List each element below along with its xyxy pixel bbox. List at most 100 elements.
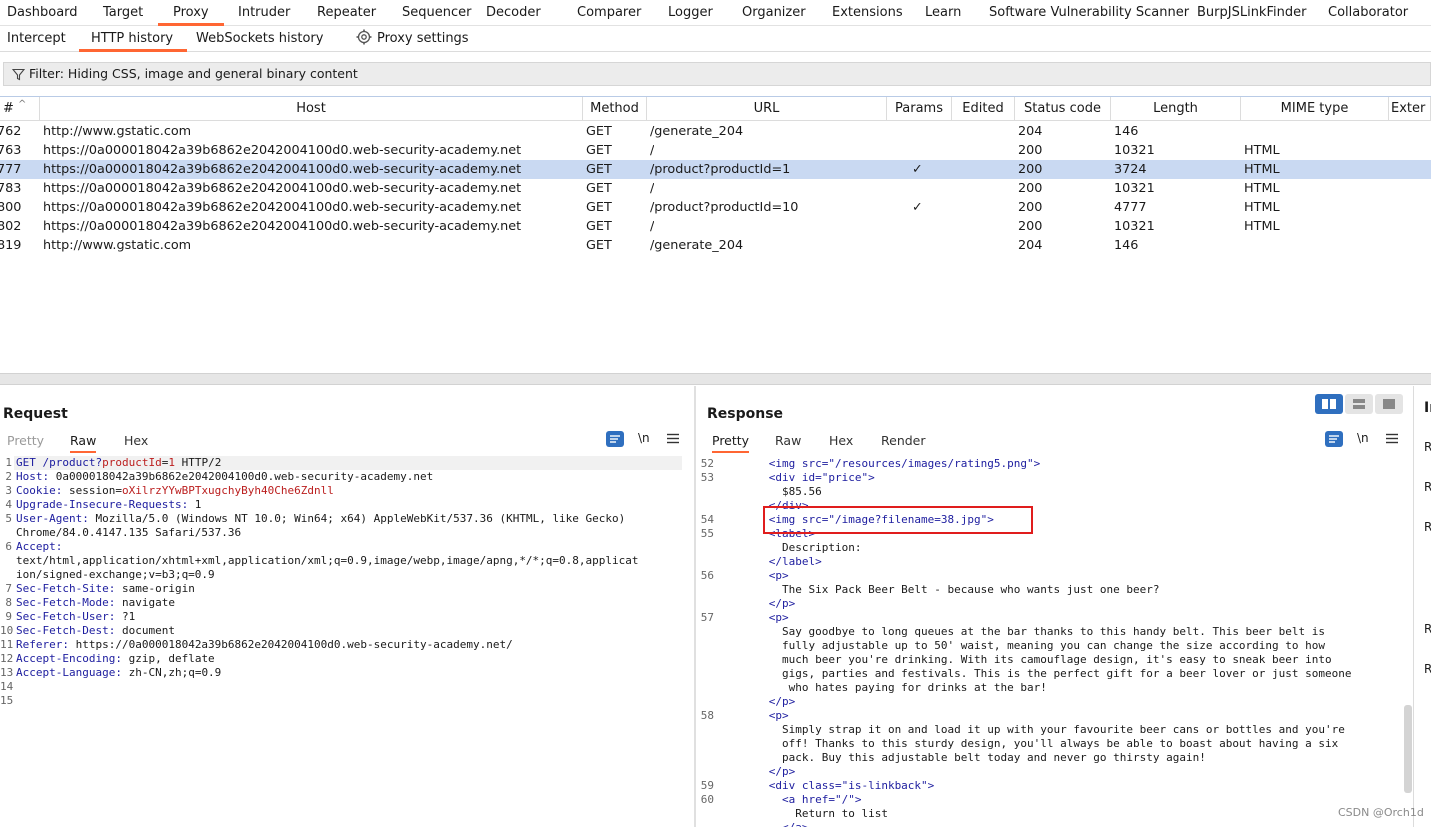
response-panel: Response Pretty Raw Hex Render \n 52 <im… xyxy=(696,386,1413,827)
column-header-exter[interactable]: Exter xyxy=(1389,97,1431,121)
table-row[interactable]: 800 https://0a000018042a39b6862e204200410… xyxy=(0,198,1431,217)
response-tab-render[interactable]: Render xyxy=(881,433,926,448)
top-tab-comparer[interactable]: Comparer xyxy=(577,0,641,26)
filter-bar[interactable]: Filter: Hiding CSS, image and general bi… xyxy=(3,62,1431,86)
top-tab-target[interactable]: Target xyxy=(103,0,143,26)
inspector-label[interactable]: R xyxy=(1424,440,1431,454)
response-tab-raw[interactable]: Raw xyxy=(775,433,801,448)
table-row[interactable]: 802 https://0a000018042a39b6862e204200410… xyxy=(0,217,1431,236)
newline-toggle-icon[interactable]: \n xyxy=(1357,431,1369,445)
cell-method: GET xyxy=(586,162,612,177)
proxy-settings-button[interactable]: Proxy settings xyxy=(356,26,469,52)
cell-method: GET xyxy=(586,124,612,139)
request-line: Chrome/84.0.4147.135 Safari/537.36 xyxy=(16,526,241,540)
header-name: Referer: xyxy=(16,638,69,651)
cell-method: GET xyxy=(586,143,612,158)
column-header-method[interactable]: Method xyxy=(583,97,647,121)
response-title: Response xyxy=(707,406,784,422)
cell-method: GET xyxy=(586,238,612,253)
request-tab-raw[interactable]: Raw xyxy=(70,433,97,453)
inspector-label[interactable]: R xyxy=(1424,622,1431,636)
header-value: zh-CN,zh;q=0.9 xyxy=(121,666,222,679)
request-line: Sec-Fetch-Dest: document xyxy=(16,624,175,638)
top-tab-organizer[interactable]: Organizer xyxy=(742,0,806,26)
inspector-label[interactable]: In xyxy=(1424,400,1431,416)
column-header-mime-type[interactable]: MIME type xyxy=(1241,97,1389,121)
inspector-label[interactable]: R xyxy=(1424,520,1431,534)
top-tab-logger[interactable]: Logger xyxy=(668,0,713,26)
cell-status: 204 xyxy=(1018,124,1043,139)
request-title: Request xyxy=(3,406,68,422)
header-name: Sec-Fetch-User: xyxy=(16,610,116,623)
column-header-length[interactable]: Length xyxy=(1111,97,1241,121)
table-row[interactable]: 762 http://www.gstatic.com GET/generate_20… xyxy=(0,122,1431,141)
request-editor[interactable]: 1 GET /product?productId=1 HTTP/2 2 Host: 0… xyxy=(0,456,690,716)
split-pane-divider[interactable] xyxy=(0,373,1431,385)
request-tab-pretty[interactable]: Pretty xyxy=(7,433,44,448)
response-line: </a> xyxy=(729,821,809,827)
response-tab-hex[interactable]: Hex xyxy=(829,433,853,448)
top-tab-learn[interactable]: Learn xyxy=(925,0,961,26)
cell-host: https://0a000018042a39b6862e2042004100d0… xyxy=(43,143,522,158)
layout-split-horizontal-icon[interactable] xyxy=(1315,394,1343,414)
response-line: </p> xyxy=(729,695,796,708)
inspector-label[interactable]: R xyxy=(1424,480,1431,494)
line-number: 53 xyxy=(700,471,714,484)
sub-tab-intercept[interactable]: Intercept xyxy=(7,26,66,52)
filter-text: Filter: Hiding CSS, image and general bi… xyxy=(29,66,358,81)
layout-single-icon[interactable] xyxy=(1375,394,1403,414)
top-tab-collaborator[interactable]: Collaborator xyxy=(1328,0,1408,26)
top-tab-dashboard[interactable]: Dashboard xyxy=(7,0,78,26)
top-tab-decoder[interactable]: Decoder xyxy=(486,0,541,26)
menu-icon[interactable] xyxy=(1386,433,1398,444)
wrap-lines-icon[interactable] xyxy=(606,431,624,447)
request-panel: Request Pretty Raw Hex \n 1 GET /product?… xyxy=(0,386,694,827)
column-header-status-code[interactable]: Status code xyxy=(1015,97,1111,121)
cell-num: 783 xyxy=(0,181,22,196)
cell-method: GET xyxy=(586,181,612,196)
line-number: 12 xyxy=(0,652,14,665)
top-tab-proxy[interactable]: Proxy xyxy=(158,0,224,26)
cell-mime: HTML xyxy=(1244,162,1280,177)
wrap-lines-icon[interactable] xyxy=(1325,431,1343,447)
column-header-host[interactable]: Host xyxy=(40,97,583,121)
layout-split-vertical-icon[interactable] xyxy=(1345,394,1373,414)
top-tab-sequencer[interactable]: Sequencer xyxy=(402,0,471,26)
request-line: Host: 0a000018042a39b6862e2042004100d0.w… xyxy=(16,470,433,484)
top-tab-software-vulnerability-scanner[interactable]: Software Vulnerability Scanner xyxy=(989,0,1189,26)
header-name: Accept-Encoding: xyxy=(16,652,122,665)
cell-params: ✓ xyxy=(912,200,923,215)
response-line: </p> xyxy=(729,765,796,778)
request-line: Accept: xyxy=(16,540,62,554)
column-header-url[interactable]: URL xyxy=(647,97,887,121)
top-tab-repeater[interactable]: Repeater xyxy=(317,0,376,26)
cell-num: 802 xyxy=(0,219,22,234)
table-row[interactable]: 763 https://0a000018042a39b6862e204200410… xyxy=(0,141,1431,160)
table-row[interactable]: 777 https://0a000018042a39b6862e204200410… xyxy=(0,160,1431,179)
response-line: Simply strap it on and load it up with y… xyxy=(729,723,1345,736)
column-header-params[interactable]: Params xyxy=(887,97,952,121)
menu-icon[interactable] xyxy=(667,433,679,444)
request-tab-hex[interactable]: Hex xyxy=(124,433,148,448)
request-line: Sec-Fetch-Site: same-origin xyxy=(16,582,195,596)
header-name: Upgrade-Insecure-Requests: xyxy=(16,498,189,511)
top-tab-intruder[interactable]: Intruder xyxy=(238,0,290,26)
newline-toggle-icon[interactable]: \n xyxy=(638,431,650,445)
cell-url: / xyxy=(650,181,655,196)
response-line: <div id="price"> xyxy=(729,471,875,484)
cell-length: 10321 xyxy=(1114,219,1155,234)
column-header-edited[interactable]: Edited xyxy=(952,97,1015,121)
top-tab-extensions[interactable]: Extensions xyxy=(832,0,903,26)
sub-tab-http-history[interactable]: HTTP history xyxy=(79,26,188,52)
response-line: gigs, parties and festivals. This is the… xyxy=(729,667,1352,680)
request-line: Accept-Encoding: gzip, deflate xyxy=(16,652,215,666)
top-tab-burpjslinkfinder[interactable]: BurpJSLinkFinder xyxy=(1197,0,1306,26)
inspector-label[interactable]: R xyxy=(1424,662,1431,676)
response-tab-pretty[interactable]: Pretty xyxy=(712,433,750,453)
table-row[interactable]: 819 http://www.gstatic.com GET/generate_20… xyxy=(0,236,1431,255)
line-number: 7 xyxy=(5,582,12,595)
table-row[interactable]: 783 https://0a000018042a39b6862e204200410… xyxy=(0,179,1431,198)
response-scrollbar[interactable] xyxy=(1404,705,1412,793)
cell-mime: HTML xyxy=(1244,219,1280,234)
sub-tab-websockets-history[interactable]: WebSockets history xyxy=(196,26,323,52)
